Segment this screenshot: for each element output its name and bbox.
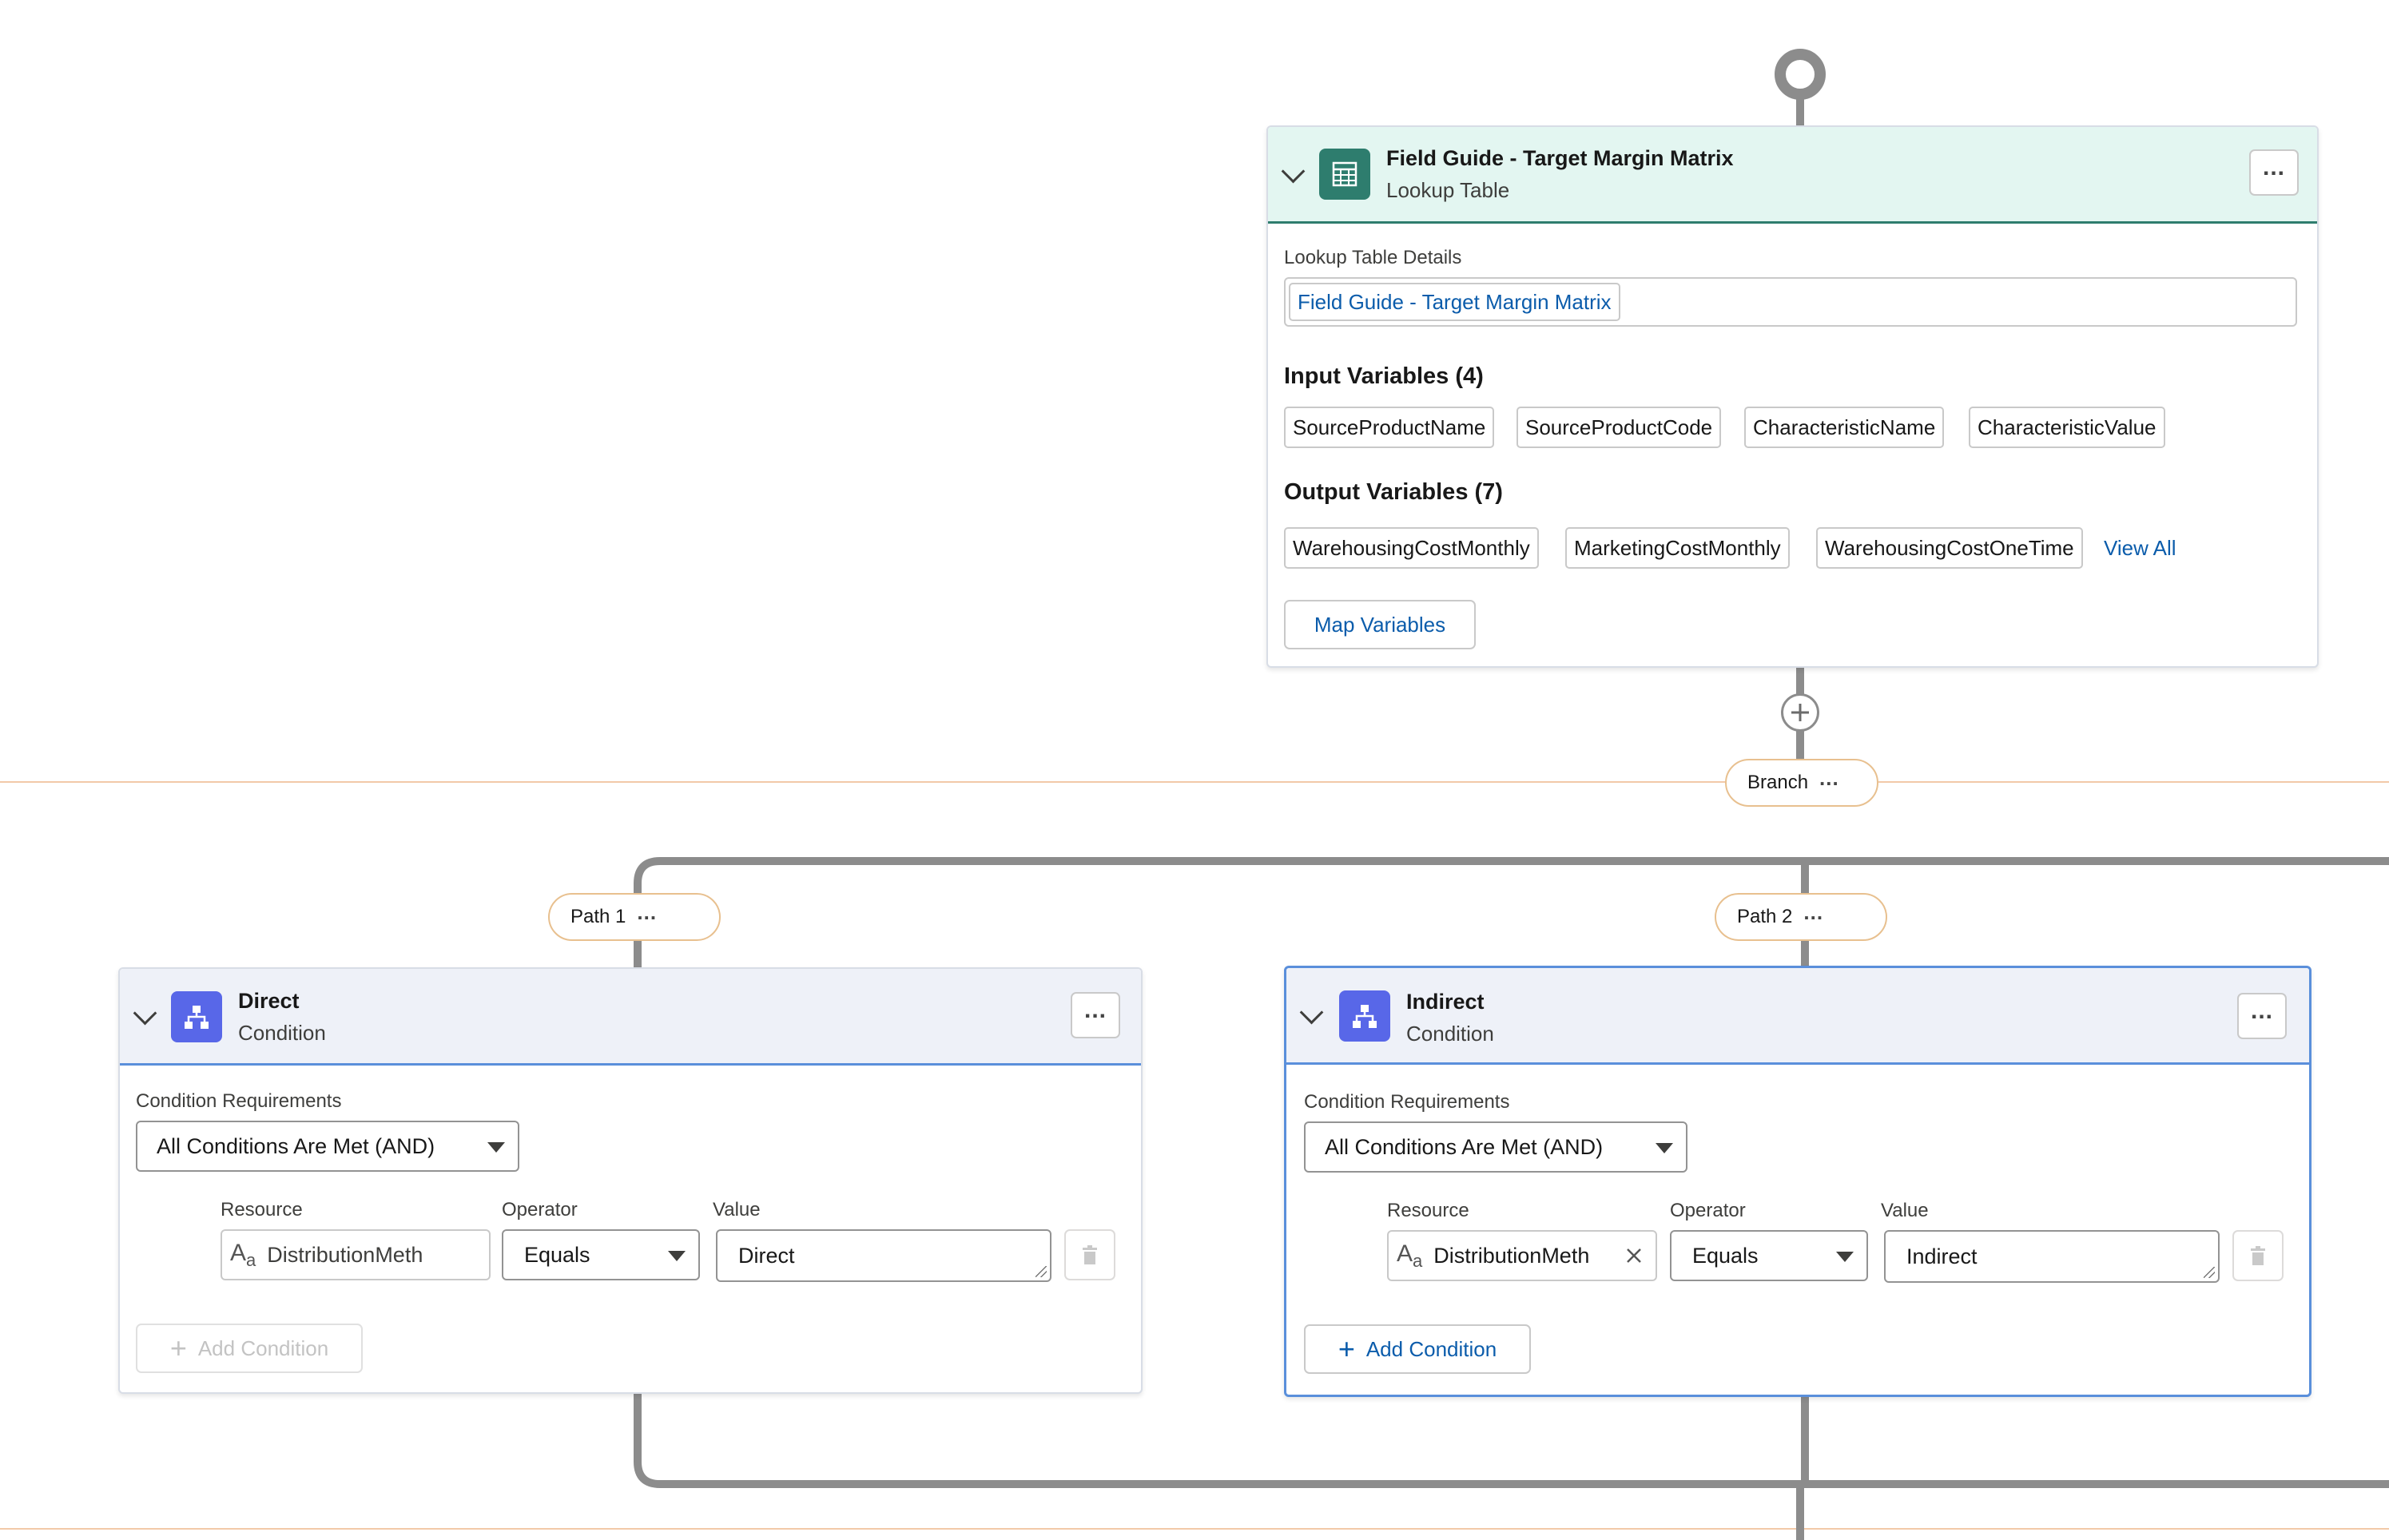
resource-input[interactable]: Aa DistributionMeth: [221, 1229, 491, 1280]
branch-menu-icon[interactable]: ...: [1819, 766, 1839, 791]
input-variable-pill: SourceProductCode: [1516, 407, 1722, 448]
resource-value: DistributionMeth: [1433, 1243, 1590, 1268]
condition-requirements-select[interactable]: All Conditions Are Met (AND): [1304, 1121, 1687, 1173]
trash-icon: [2251, 1246, 2265, 1265]
indirect-card-subtitle: Condition: [1406, 1022, 1494, 1046]
chevron-down-icon: [487, 1142, 505, 1153]
plus-icon: +: [169, 1332, 187, 1364]
input-variable-pill: CharacteristicValue: [1969, 407, 2165, 448]
text-type-icon: Aa: [1397, 1240, 1423, 1271]
input-variable-pill: CharacteristicName: [1744, 407, 1945, 448]
input-variable-pill: SourceProductName: [1284, 407, 1495, 448]
text-type-icon: Aa: [230, 1239, 256, 1270]
output-variable-pill: WarehousingCostMonthly: [1284, 527, 1539, 569]
condition-requirements-label: Condition Requirements: [136, 1090, 342, 1112]
resource-value: DistributionMeth: [267, 1242, 423, 1267]
add-condition-button[interactable]: + Add Condition: [136, 1324, 363, 1373]
path-2-tag[interactable]: Path 2 ...: [1715, 893, 1887, 941]
resize-handle[interactable]: [2204, 1267, 2215, 1278]
lookup-card-header: [1268, 127, 2317, 224]
indirect-condition-card[interactable]: Indirect Condition ... Condition Require…: [1284, 966, 2311, 1397]
operator-select[interactable]: Equals: [1670, 1230, 1868, 1281]
clear-icon[interactable]: [1625, 1247, 1643, 1264]
indirect-card-title: Indirect: [1406, 990, 1485, 1014]
delete-condition-button[interactable]: [1064, 1229, 1115, 1280]
output-variable-pill: MarketingCostMonthly: [1565, 527, 1790, 569]
resource-label: Resource: [221, 1199, 303, 1220]
output-variables-heading: Output Variables (7): [1284, 479, 1503, 505]
trash-icon: [1083, 1245, 1097, 1264]
add-element-button[interactable]: [1781, 693, 1819, 732]
operator-label: Operator: [502, 1199, 578, 1220]
indirect-card-header: [1286, 968, 2309, 1065]
operator-value: Equals: [524, 1242, 590, 1267]
value-label: Value: [1881, 1200, 1929, 1221]
decision-icon: [1339, 990, 1390, 1042]
lookup-table-card[interactable]: Field Guide - Target Margin Matrix Looku…: [1266, 125, 2319, 668]
path-1-label: Path 1: [570, 906, 626, 927]
resource-input[interactable]: Aa DistributionMeth: [1387, 1230, 1657, 1281]
lookup-card-menu-button[interactable]: ...: [2249, 149, 2299, 196]
resource-label: Resource: [1387, 1200, 1469, 1221]
indirect-card-menu-button[interactable]: ...: [2237, 993, 2287, 1039]
plus-icon: +: [1338, 1332, 1355, 1365]
condition-requirements-value: All Conditions Are Met (AND): [1325, 1134, 1604, 1159]
lookup-details-field[interactable]: Field Guide - Target Margin Matrix: [1284, 277, 2297, 327]
value-label: Value: [713, 1199, 761, 1220]
delete-condition-button[interactable]: [2232, 1230, 2284, 1281]
branch-label: Branch: [1747, 772, 1809, 793]
condition-requirements-value: All Conditions Are Met (AND): [157, 1133, 435, 1158]
direct-card-header: [120, 969, 1141, 1066]
operator-label: Operator: [1670, 1200, 1746, 1221]
output-variable-pill: WarehousingCostOneTime: [1816, 527, 2083, 569]
lookup-details-label: Lookup Table Details: [1284, 247, 1462, 268]
lookup-card-subtitle: Lookup Table: [1386, 178, 1510, 202]
add-condition-button[interactable]: + Add Condition: [1304, 1324, 1531, 1374]
add-condition-label: Add Condition: [1365, 1336, 1497, 1361]
add-condition-label: Add Condition: [197, 1336, 329, 1360]
operator-value: Equals: [1692, 1243, 1759, 1268]
chevron-down-icon: [1836, 1252, 1854, 1262]
plus-icon: [1791, 704, 1809, 721]
chevron-down-icon: [1656, 1143, 1673, 1153]
resize-handle[interactable]: [1035, 1266, 1047, 1277]
value-input[interactable]: Indirect: [1884, 1230, 2220, 1283]
condition-requirements-label: Condition Requirements: [1304, 1091, 1510, 1113]
direct-condition-card[interactable]: Direct Condition ... Condition Requireme…: [118, 967, 1143, 1394]
path-1-menu-icon[interactable]: ...: [637, 900, 657, 925]
view-all-link[interactable]: View All: [2104, 536, 2176, 561]
map-variables-button[interactable]: Map Variables: [1284, 600, 1476, 649]
decision-icon: [171, 991, 222, 1042]
path-2-menu-icon[interactable]: ...: [1803, 900, 1823, 925]
lookup-card-title: Field Guide - Target Margin Matrix: [1386, 146, 1734, 170]
condition-requirements-select[interactable]: All Conditions Are Met (AND): [136, 1121, 519, 1172]
operator-select[interactable]: Equals: [502, 1229, 700, 1280]
path-1-tag[interactable]: Path 1 ...: [548, 893, 721, 941]
direct-card-subtitle: Condition: [238, 1021, 326, 1045]
value-text: Indirect: [1906, 1244, 1978, 1268]
input-variables-heading: Input Variables (4): [1284, 363, 1484, 389]
branch-tag[interactable]: Branch ...: [1725, 759, 1878, 807]
lookup-table-link[interactable]: Field Guide - Target Margin Matrix: [1289, 283, 1620, 321]
direct-card-menu-button[interactable]: ...: [1071, 992, 1120, 1038]
path-2-label: Path 2: [1737, 906, 1793, 927]
value-text: Direct: [738, 1243, 795, 1268]
lookup-table-icon: [1319, 149, 1370, 200]
chevron-down-icon: [668, 1251, 686, 1261]
value-input[interactable]: Direct: [716, 1229, 1051, 1282]
direct-card-title: Direct: [238, 989, 300, 1013]
